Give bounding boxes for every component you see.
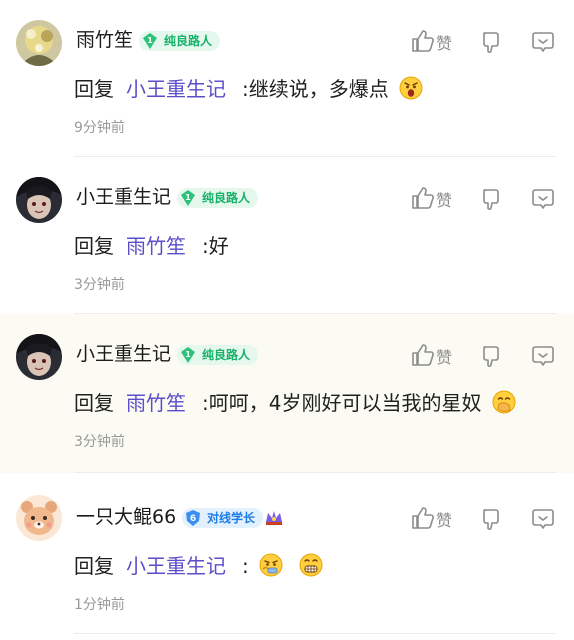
thumbs-up-icon[interactable] — [410, 342, 436, 368]
svg-text:1: 1 — [185, 350, 191, 359]
hand-over-mouth-emoji — [492, 390, 516, 414]
thumbs-down-icon[interactable] — [479, 30, 503, 54]
user-badge: 6 对线学长 — [182, 508, 264, 528]
reply-target-link[interactable]: 小王重生记 — [126, 554, 226, 578]
comment-text: :呵呵，4岁刚好可以当我的星奴 — [202, 391, 482, 415]
like-label[interactable]: 赞 — [436, 507, 452, 531]
level-gem-icon: 1 — [181, 190, 195, 206]
user-badge: 1 纯良路人 — [139, 31, 221, 51]
comment-item: 小王重生记 1 纯良路人 赞 回复 雨竹笙 :好 3分钟前 — [0, 157, 574, 314]
username[interactable]: 小王重生记 — [76, 185, 171, 209]
user-badge: 1 纯良路人 — [177, 188, 259, 208]
divider — [74, 633, 556, 634]
grimacing-face-emoji — [299, 553, 323, 577]
reply-bubble-icon[interactable] — [531, 507, 555, 531]
like-label[interactable]: 赞 — [436, 187, 452, 211]
timestamp: 3分钟前 — [74, 434, 125, 450]
username[interactable]: 小王重生记 — [76, 342, 171, 366]
comment-item: 雨竹笙 1 纯良路人 赞 回复 小王重生记 :继续说，多爆点 9分钟前 — [0, 0, 574, 157]
level-gem-icon: 1 — [143, 33, 157, 49]
badge-title: 纯良路人 — [202, 191, 251, 205]
comment-text: :继续说，多爆点 — [242, 77, 389, 101]
badge-title: 纯良路人 — [164, 34, 213, 48]
comment-content: 回复 雨竹笙 :呵呵，4岁刚好可以当我的星奴 — [74, 389, 516, 417]
thumbs-up-icon[interactable] — [410, 28, 436, 54]
username[interactable]: 雨竹笙 — [76, 28, 133, 52]
badge-title: 对线学长 — [207, 511, 256, 525]
reply-target-link[interactable]: 雨竹笙 — [126, 391, 186, 415]
reply-prefix: 回复 — [74, 77, 114, 101]
reply-bubble-icon[interactable] — [531, 187, 555, 211]
thumbs-down-icon[interactable] — [479, 187, 503, 211]
timestamp: 3分钟前 — [74, 277, 125, 293]
svg-text:1: 1 — [185, 193, 191, 202]
comment-actions: 赞 — [410, 342, 556, 370]
like-label[interactable]: 赞 — [436, 344, 452, 368]
comment-item: 小王重生记 1 纯良路人 赞 回复 雨竹笙 :呵呵，4岁刚好可以当我的星奴 3分钟前 — [0, 314, 574, 473]
username[interactable]: 一只大鲲66 — [76, 505, 176, 529]
like-label[interactable]: 赞 — [436, 30, 452, 54]
flexing-face-emoji — [259, 553, 283, 577]
thumbs-down-icon[interactable] — [479, 507, 503, 531]
avatar[interactable] — [16, 495, 62, 541]
thumbs-up-icon[interactable] — [410, 505, 436, 531]
user-badge: 1 纯良路人 — [177, 345, 259, 365]
comment-actions: 赞 — [410, 185, 556, 213]
thumbs-up-icon[interactable] — [410, 185, 436, 211]
badge-title: 纯良路人 — [202, 348, 251, 362]
avatar[interactable] — [16, 334, 62, 380]
timestamp: 9分钟前 — [74, 120, 125, 136]
comment-text: : — [242, 554, 249, 578]
thumbs-down-icon[interactable] — [479, 344, 503, 368]
reply-prefix: 回复 — [74, 554, 114, 578]
avatar[interactable] — [16, 20, 62, 66]
svg-text:1: 1 — [147, 36, 153, 45]
reply-bubble-icon[interactable] — [531, 344, 555, 368]
reply-target-link[interactable]: 雨竹笙 — [126, 234, 186, 258]
level-shield-icon: 6 — [186, 510, 200, 526]
level-gem-icon: 1 — [181, 347, 195, 363]
comment-content: 回复 雨竹笙 :好 — [74, 232, 229, 260]
reply-prefix: 回复 — [74, 391, 114, 415]
comment-item: 一只大鲲66 6 对线学长 赞 回复 小王重生记: 1分钟前 — [0, 473, 574, 640]
svg-text:6: 6 — [190, 514, 196, 524]
comment-actions: 赞 — [410, 28, 556, 56]
reply-prefix: 回复 — [74, 234, 114, 258]
reply-bubble-icon[interactable] — [531, 30, 555, 54]
comment-content: 回复 小王重生记 :继续说，多爆点 — [74, 75, 423, 103]
avatar[interactable] — [16, 177, 62, 223]
shocked-face-emoji — [399, 76, 423, 100]
timestamp: 1分钟前 — [74, 597, 125, 613]
reply-target-link[interactable]: 小王重生记 — [126, 77, 226, 101]
comment-text: :好 — [202, 234, 229, 258]
comment-content: 回复 小王重生记: — [74, 552, 323, 580]
comment-actions: 赞 — [410, 505, 556, 533]
crown-badge-icon — [266, 511, 282, 525]
